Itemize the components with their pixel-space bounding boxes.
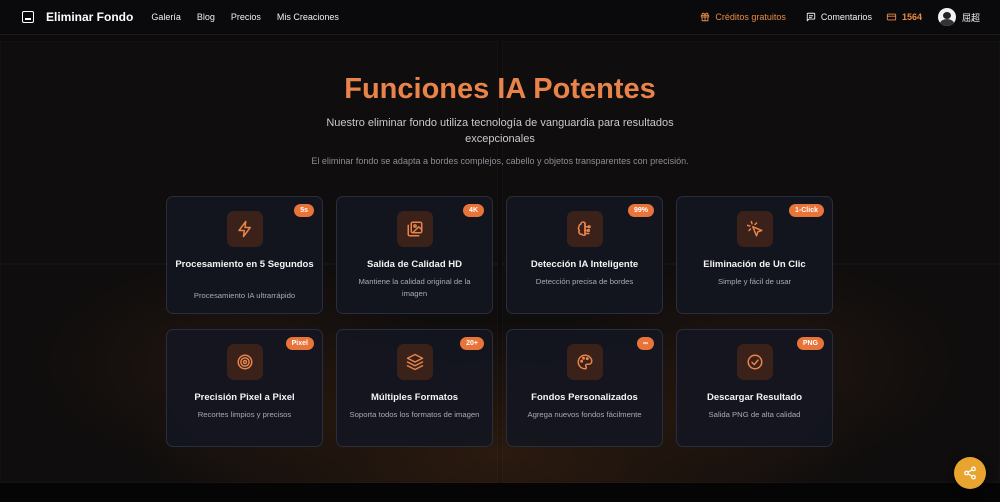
feature-card-one-click[interactable]: 1-Click Eliminación de Un Clic Simple y … (676, 196, 833, 314)
free-credits-button[interactable]: Créditos gratuitos (700, 12, 786, 22)
feature-title: Precisión Pixel a Pixel (194, 392, 295, 403)
feature-description: Salida PNG de alta calidad (708, 410, 801, 419)
feature-icon-box (567, 211, 603, 247)
feature-badge: 20+ (460, 337, 484, 350)
credits-balance[interactable]: 1564 (886, 12, 922, 22)
username: 屈超 (961, 12, 980, 23)
nav-link-galeria[interactable]: Galería (151, 12, 181, 22)
credits-count: 1564 (901, 12, 922, 22)
check-circle-icon (747, 354, 763, 370)
feature-title: Procesamiento en 5 Segundos (175, 259, 314, 270)
section-title: Funciones IA Potentes (344, 73, 656, 105)
feature-icon-box (227, 344, 263, 380)
image-quality-icon (407, 221, 423, 237)
lightning-icon (238, 220, 251, 238)
brand-name: Eliminar Fondo (46, 10, 134, 24)
feature-title: Detección IA Inteligente (530, 259, 639, 270)
user-menu[interactable]: 屈超 (937, 8, 980, 26)
nav-right: Créditos gratuitos Comentarios 1564 屈超 (700, 8, 980, 26)
pointer-click-icon (746, 220, 763, 237)
feature-title: Múltiples Formatos (370, 392, 459, 403)
feature-description: Soporta todos los formatos de imagen (349, 410, 480, 419)
feature-card-hd-output[interactable]: 4K Salida de Calidad HD Mantiene la cali… (336, 196, 493, 314)
feature-description: Mantiene la calidad original de la image… (358, 277, 471, 298)
free-credits-label: Créditos gratuitos (715, 12, 786, 22)
message-icon (806, 12, 816, 22)
feature-description: Procesamiento IA ultrarrápido (193, 291, 296, 300)
feature-description: Recortes limpios y precisos (197, 410, 292, 419)
comments-label: Comentarios (820, 12, 872, 22)
feature-badge: 1-Click (789, 204, 824, 217)
feature-badge: 99% (627, 204, 654, 217)
feature-icon-box (737, 211, 773, 247)
gift-icon (701, 12, 710, 22)
feature-card-download-result[interactable]: PNG Descargar Resultado Salida PNG de al… (676, 329, 833, 447)
feature-title: Salida de Calidad HD (366, 259, 463, 270)
nav-link-precios[interactable]: Precios (231, 12, 261, 22)
feature-card-ai-detection[interactable]: 99% Detección IA Inteligente Detección p… (506, 196, 663, 314)
feature-description: Detección precisa de bordes (535, 277, 634, 286)
feature-title: Fondos Personalizados (531, 392, 638, 403)
feature-icon-box (227, 211, 263, 247)
top-navbar: Eliminar Fondo Galería Blog Precios Mis … (0, 0, 1000, 35)
feature-title: Eliminación de Un Clic (703, 259, 806, 270)
feature-icon-box (397, 344, 433, 380)
feature-card-pixel-precision[interactable]: Pixel Precisión Pixel a Pixel Recortes l… (166, 329, 323, 447)
nav-links: Galería Blog Precios Mis Creaciones (151, 12, 339, 22)
logo-icon (22, 11, 34, 23)
feature-description: Agrega nuevos fondos fácilmente (527, 410, 642, 419)
feature-badge: 5s (294, 204, 314, 217)
feature-title: Descargar Resultado (706, 392, 803, 403)
avatar (937, 8, 956, 26)
feature-badge: ∞ (637, 337, 654, 350)
brand[interactable]: Eliminar Fondo (20, 10, 133, 24)
brain-icon (577, 221, 591, 237)
comments-button[interactable]: Comentarios (806, 12, 872, 22)
section-note: El eliminar fondo se adapta a bordes com… (311, 156, 689, 166)
nav-link-blog[interactable]: Blog (197, 12, 215, 22)
feature-badge: Pixel (285, 337, 314, 350)
feature-card-fast-processing[interactable]: 5s Procesamiento en 5 Segundos Procesami… (166, 196, 323, 314)
share-icon (964, 466, 976, 480)
feature-icon-box (737, 344, 773, 380)
feature-icon-box (567, 344, 603, 380)
layers-icon (406, 353, 424, 371)
feature-description: Simple y fácil de usar (717, 277, 792, 286)
feature-card-custom-backgrounds[interactable]: ∞ Fondos Personalizados Agrega nuevos fo… (506, 329, 663, 447)
feature-icon-box (397, 211, 433, 247)
feature-card-multiple-formats[interactable]: 20+ Múltiples Formatos Soporta todos los… (336, 329, 493, 447)
palette-icon (577, 354, 593, 370)
feature-badge: PNG (796, 337, 824, 350)
feature-badge: 4K (463, 204, 484, 217)
nav-link-mis-creaciones[interactable]: Mis Creaciones (277, 12, 339, 22)
ticket-icon (886, 13, 897, 21)
share-button[interactable] (954, 457, 986, 489)
target-icon (237, 354, 253, 370)
bottom-strip (0, 483, 1000, 502)
section-subtitle: Nuestro eliminar fondo utiliza tecnologí… (326, 117, 674, 145)
